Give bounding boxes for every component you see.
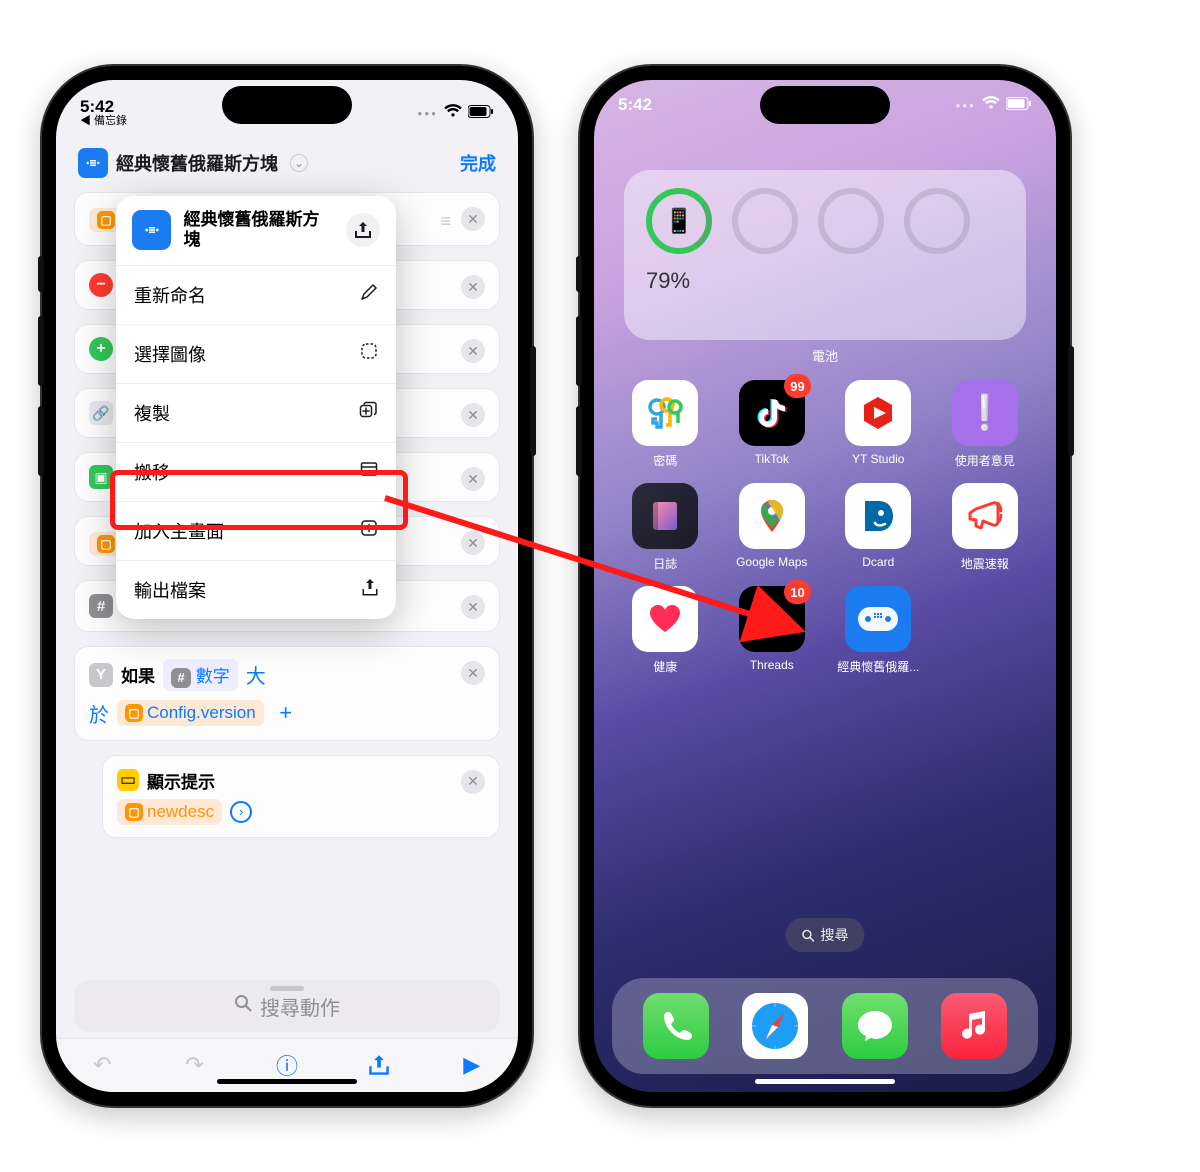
- chevron-right-icon[interactable]: ›: [230, 801, 252, 823]
- close-icon[interactable]: ✕: [461, 531, 485, 555]
- save-icon: ▣: [89, 465, 113, 489]
- close-icon[interactable]: ✕: [461, 207, 485, 231]
- menu-item-icon: [360, 461, 378, 482]
- carrier-dots: ●●●: [956, 101, 977, 110]
- close-icon[interactable]: ✕: [461, 661, 485, 685]
- spotlight-search[interactable]: 搜尋: [786, 918, 865, 952]
- battery-widget[interactable]: 📱 79%: [624, 170, 1026, 340]
- menu-item-icon: [359, 401, 378, 425]
- menu-item-選擇圖像[interactable]: 選擇圖像: [116, 324, 396, 383]
- dock-app[interactable]: [742, 993, 808, 1059]
- app-密碼[interactable]: 密碼: [616, 380, 715, 469]
- link-icon: 🔗: [89, 401, 113, 425]
- dock: [612, 978, 1038, 1074]
- info-button[interactable]: ⓘ: [271, 1049, 303, 1081]
- if-block[interactable]: Y 如果 # 數字 大 於 ▢Config.version + ✕: [74, 646, 500, 741]
- wifi-icon: [444, 103, 462, 123]
- menu-item-icon: [362, 578, 378, 602]
- hash-icon: #: [89, 594, 113, 618]
- alert-block[interactable]: ▭ 顯示提示 ▢newdesc › ✕: [102, 755, 500, 838]
- phone-frame-left: 5:42 ◀ 備忘錄 ●●●: [42, 66, 532, 1106]
- add-condition-button[interactable]: +: [272, 699, 300, 727]
- editor-header: 經典懷舊俄羅斯方塊 ⌄ 完成: [56, 138, 518, 192]
- done-button[interactable]: 完成: [460, 150, 496, 176]
- close-icon[interactable]: ✕: [461, 403, 485, 427]
- app-Google Maps[interactable]: Google Maps: [723, 483, 822, 572]
- shortcuts-editor: 5:42 ◀ 備忘錄 ●●●: [56, 80, 518, 1092]
- app-Threads[interactable]: 10Threads: [723, 586, 822, 675]
- close-icon[interactable]: ✕: [461, 467, 485, 491]
- alert-icon: ▭: [117, 769, 139, 791]
- battery-icon: [1006, 95, 1032, 115]
- app-YT Studio[interactable]: YT Studio: [829, 380, 928, 469]
- undo-button[interactable]: ↶: [86, 1049, 118, 1081]
- phone-mini-icon: 📱: [652, 194, 706, 248]
- menu-item-搬移[interactable]: 搬移: [116, 442, 396, 501]
- close-icon[interactable]: ✕: [461, 339, 485, 363]
- carrier-dots: ●●●: [418, 109, 439, 118]
- menu-item-加入主畫面[interactable]: 加入主畫面: [116, 501, 396, 560]
- search-actions-field[interactable]: 搜尋動作: [74, 980, 500, 1032]
- dock-app[interactable]: [643, 993, 709, 1059]
- back-to-notes[interactable]: ◀ 備忘錄: [80, 116, 127, 128]
- chevron-down-icon[interactable]: ⌄: [290, 154, 308, 172]
- search-icon: [234, 994, 252, 1018]
- home-screen: 5:42 ●●● 📱 79% 電池 密: [594, 80, 1056, 1092]
- home-indicator[interactable]: [217, 1079, 357, 1084]
- phone-frame-right: 5:42 ●●● 📱 79% 電池 密: [580, 66, 1070, 1106]
- app-日誌[interactable]: 日誌: [616, 483, 715, 572]
- redo-button[interactable]: ↷: [179, 1049, 211, 1081]
- share-button[interactable]: [363, 1049, 395, 1081]
- menu-item-icon: [360, 519, 378, 542]
- minus-icon[interactable]: −: [89, 273, 113, 297]
- share-button[interactable]: [346, 213, 380, 247]
- battery-percent: 79%: [646, 268, 1004, 294]
- app-grid: 密碼99TikTokYT Studio❕使用者意見日誌Google MapsDc…: [616, 380, 1034, 675]
- shortcut-options-menu: 經典懷舊俄羅斯方塊 重新命名選擇圖像複製搬移加入主畫面輸出檔案: [116, 196, 396, 619]
- dock-app[interactable]: [842, 993, 908, 1059]
- popover-title: 經典懷舊俄羅斯方塊: [183, 210, 334, 251]
- app-健康[interactable]: 健康: [616, 586, 715, 675]
- wifi-icon: [982, 95, 1000, 115]
- close-icon[interactable]: ✕: [461, 595, 485, 619]
- app-TikTok[interactable]: 99TikTok: [723, 380, 822, 469]
- menu-item-複製[interactable]: 複製: [116, 383, 396, 442]
- widget-label: 電池: [594, 346, 1056, 365]
- app-使用者意見[interactable]: ❕使用者意見: [936, 380, 1035, 469]
- app-地震速報[interactable]: 地震速報: [936, 483, 1035, 572]
- shortcut-icon: [78, 148, 108, 178]
- menu-item-輸出檔案[interactable]: 輸出檔案: [116, 560, 396, 619]
- close-icon[interactable]: ✕: [461, 770, 485, 794]
- shortcut-icon: [132, 210, 171, 250]
- app-Dcard[interactable]: Dcard: [829, 483, 928, 572]
- run-button[interactable]: ▶: [456, 1049, 488, 1081]
- drag-handle-icon[interactable]: ≡: [440, 211, 451, 232]
- status-time: 5:42: [80, 98, 127, 116]
- badge: 99: [784, 374, 810, 398]
- close-icon[interactable]: ✕: [461, 275, 485, 299]
- menu-item-icon: [360, 342, 378, 365]
- shortcut-title[interactable]: 經典懷舊俄羅斯方塊: [116, 150, 278, 176]
- plus-icon[interactable]: +: [89, 337, 113, 361]
- battery-icon: [468, 103, 494, 123]
- branch-icon: Y: [89, 663, 113, 687]
- status-time: 5:42: [618, 95, 652, 115]
- app-經典懷舊俄羅...[interactable]: 經典懷舊俄羅...: [829, 586, 928, 675]
- menu-item-icon: [360, 283, 378, 306]
- badge: 10: [784, 580, 810, 604]
- dock-app[interactable]: [941, 993, 1007, 1059]
- menu-item-重新命名[interactable]: 重新命名: [116, 266, 396, 324]
- home-indicator[interactable]: [755, 1079, 895, 1084]
